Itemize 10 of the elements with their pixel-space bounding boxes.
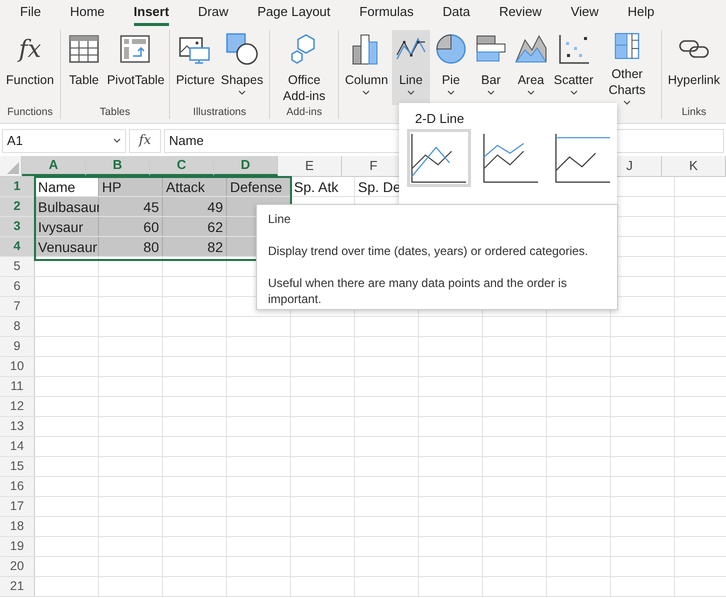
- function-icon: fx: [12, 32, 47, 66]
- tooltip-text: Display trend over time (dates, years) or ordered categories.: [268, 243, 590, 259]
- group-label: Functions: [6, 105, 54, 119]
- group-label: Illustrations: [192, 105, 248, 119]
- group-label: Add-ins: [285, 105, 323, 119]
- group-label: Links: [680, 105, 708, 119]
- dropdown-heading: 2-D Line: [414, 110, 466, 128]
- group-label: Tables: [98, 105, 132, 119]
- tooltip-title: Line: [268, 211, 292, 227]
- tooltip-text: Useful when there are many data points and the order is important.: [268, 275, 568, 307]
